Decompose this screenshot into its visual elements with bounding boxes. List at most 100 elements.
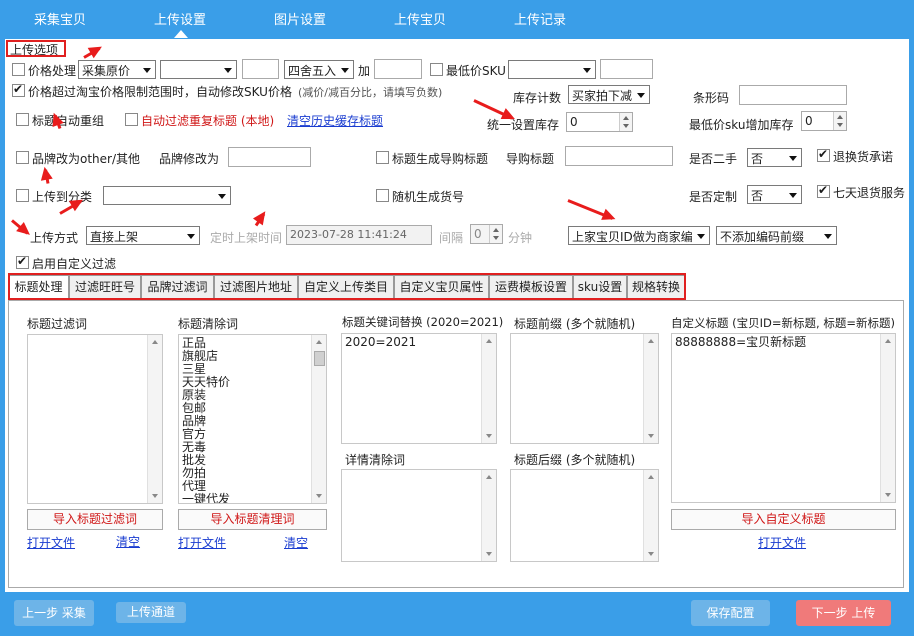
filter-words-header: 标题过滤词 (27, 317, 88, 331)
detail-clear-scrollbar[interactable] (481, 470, 496, 561)
clear-cache-link[interactable]: 清空历史缓存标题 (287, 112, 383, 129)
next-upload-button[interactable]: 下一步 上传 (796, 600, 891, 626)
suffix-textarea[interactable] (510, 469, 659, 562)
custom-filter-checkbox[interactable] (16, 254, 29, 269)
upload-category-select[interactable] (103, 186, 231, 205)
price-process-checkbox[interactable] (12, 63, 25, 76)
min-sku-label: 最低价SKU (446, 64, 506, 78)
import-custom-title-button[interactable]: 导入自定义标题 (671, 509, 896, 530)
brand-modify-input[interactable] (228, 147, 311, 167)
upload-mode-select[interactable]: 直接上架 (86, 226, 200, 245)
suffix-header: 标题后缀 (多个就随机) (514, 453, 636, 467)
random-code-label: 随机生成货号 (392, 190, 465, 204)
auto-modify-hint: (减价/减百分比，请填写负数) (298, 86, 443, 99)
clear-words-scrollbar[interactable] (311, 335, 326, 503)
custom-title-content: 88888888=宝贝新标题 (675, 335, 807, 349)
clear-words-clear-link[interactable]: 清空 (284, 534, 308, 551)
prefix-textarea[interactable] (510, 333, 659, 444)
detail-clear-textarea[interactable] (341, 469, 497, 562)
timed-input[interactable]: 2023-07-28 11:41:24 (286, 225, 432, 245)
custom-title-header: 自定义标题 (宝贝ID=新标题, 标题=新标题) (671, 316, 895, 330)
title-auto-group-label: 标题自动重组 (32, 114, 105, 128)
brand-other-label: 品牌改为other/其他 (32, 152, 141, 166)
custom-title-open-link[interactable]: 打开文件 (758, 534, 806, 551)
custom-made-label: 是否定制 (689, 190, 738, 204)
add-label: 加 (358, 64, 371, 78)
min-sku-add-label: 最低价sku增加库存 (689, 118, 794, 132)
guide-title-checkbox[interactable] (376, 151, 389, 164)
guide-title-input[interactable] (565, 146, 673, 166)
auto-filter-checkbox[interactable] (125, 113, 138, 126)
price-op-select[interactable] (160, 60, 237, 79)
price-base-select[interactable]: 采集原价 (78, 60, 156, 79)
custom-title-scrollbar[interactable] (880, 334, 895, 502)
keyword-replace-scrollbar[interactable] (481, 334, 496, 443)
keyword-replace-textarea[interactable]: 2020=2021 (341, 333, 497, 444)
seven-day-checkbox[interactable] (817, 183, 830, 198)
filter-words-open-link[interactable]: 打开文件 (27, 534, 75, 551)
import-clear-words-button[interactable]: 导入标题清理词 (178, 509, 327, 530)
price-op-value[interactable] (242, 59, 279, 79)
interval-label: 间隔 (439, 231, 464, 245)
price-rounding-select[interactable]: 四舍五入 (284, 60, 354, 79)
clear-words-open-link[interactable]: 打开文件 (178, 534, 226, 551)
suffix-scrollbar[interactable] (643, 470, 658, 561)
nav-tab-image-settings[interactable]: 图片设置 (274, 9, 326, 28)
min-sku-checkbox[interactable] (430, 63, 443, 76)
upload-category-checkbox[interactable] (16, 189, 29, 202)
min-sku-select[interactable] (508, 60, 596, 79)
import-filter-words-button[interactable]: 导入标题过滤词 (27, 509, 163, 530)
auto-filter-label: 自动过滤重复标题 (本地) (141, 114, 275, 128)
upload-channel-button[interactable]: 上传通道 (116, 602, 186, 623)
prefix-header: 标题前缀 (多个就随机) (514, 317, 636, 331)
custom-made-select[interactable]: 否 (747, 185, 802, 204)
merchant-code-select[interactable]: 上家宝贝ID做为商家编 (568, 226, 710, 245)
prev-collect-button[interactable]: 上一步 采集 (14, 600, 94, 626)
min-sku-add-spinner[interactable]: 0 (801, 111, 847, 131)
auto-modify-label: 价格超过淘宝价格限制范围时，自动修改SKU价格 (28, 85, 292, 99)
return-promise-label: 退换货承诺 (833, 150, 894, 164)
active-tab-indicator (174, 30, 188, 38)
guide-title-label: 导购标题 (506, 152, 555, 166)
nav-tab-upload-items[interactable]: 上传宝贝 (394, 9, 446, 28)
interval-value: 0 (474, 227, 482, 241)
custom-title-textarea[interactable]: 88888888=宝贝新标题 (671, 333, 896, 503)
min-sku-add-value: 0 (805, 114, 813, 128)
code-prefix-select[interactable]: 不添加编码前缀 (716, 226, 837, 245)
interval-spinner[interactable]: 0 (470, 224, 503, 244)
group-title: 上传选项 (10, 43, 59, 57)
second-hand-select[interactable]: 否 (747, 148, 802, 167)
upload-mode-label: 上传方式 (30, 231, 79, 245)
nav-tab-upload-settings[interactable]: 上传设置 (154, 9, 206, 28)
save-config-button[interactable]: 保存配置 (691, 600, 770, 626)
clear-words-textarea[interactable]: 正品 旗舰店 三星 天天特价 原装 包邮 品牌 官方 无毒 批发 勿拍 代理 一… (178, 334, 327, 504)
stock-count-select[interactable]: 买家拍下减 (568, 85, 650, 104)
barcode-input[interactable] (739, 85, 847, 105)
keyword-replace-header: 标题关键词替换 (2020=2021) (342, 315, 504, 329)
prefix-scrollbar[interactable] (643, 334, 658, 443)
timed-label: 定时上架时间 (210, 231, 283, 245)
keyword-replace-content: 2020=2021 (345, 335, 417, 349)
auto-modify-checkbox[interactable] (12, 82, 25, 97)
minutes-label: 分钟 (508, 231, 533, 245)
nav-tab-upload-history[interactable]: 上传记录 (514, 9, 566, 28)
stock-count-label: 库存计数 (513, 91, 562, 105)
clear-words-header: 标题清除词 (178, 317, 239, 331)
filter-words-textarea[interactable] (27, 334, 163, 504)
guide-title-gen-label: 标题生成导购标题 (392, 152, 489, 166)
sub-tab-highlight (8, 273, 686, 300)
add-value[interactable] (374, 59, 422, 79)
second-hand-label: 是否二手 (689, 152, 738, 166)
stock-unify-spinner[interactable]: 0 (566, 112, 633, 132)
min-sku-value[interactable] (600, 59, 653, 79)
filter-words-scrollbar[interactable] (147, 335, 162, 503)
title-auto-group-checkbox[interactable] (16, 113, 29, 126)
nav-tab-collect[interactable]: 采集宝贝 (34, 9, 86, 28)
seven-day-label: 七天退货服务 (833, 186, 906, 200)
stock-unify-value: 0 (570, 115, 578, 129)
brand-other-checkbox[interactable] (16, 151, 29, 164)
return-promise-checkbox[interactable] (817, 147, 830, 162)
custom-filter-label: 启用自定义过滤 (32, 257, 117, 271)
filter-words-clear-link[interactable]: 清空 (116, 533, 140, 550)
random-code-checkbox[interactable] (376, 189, 389, 202)
